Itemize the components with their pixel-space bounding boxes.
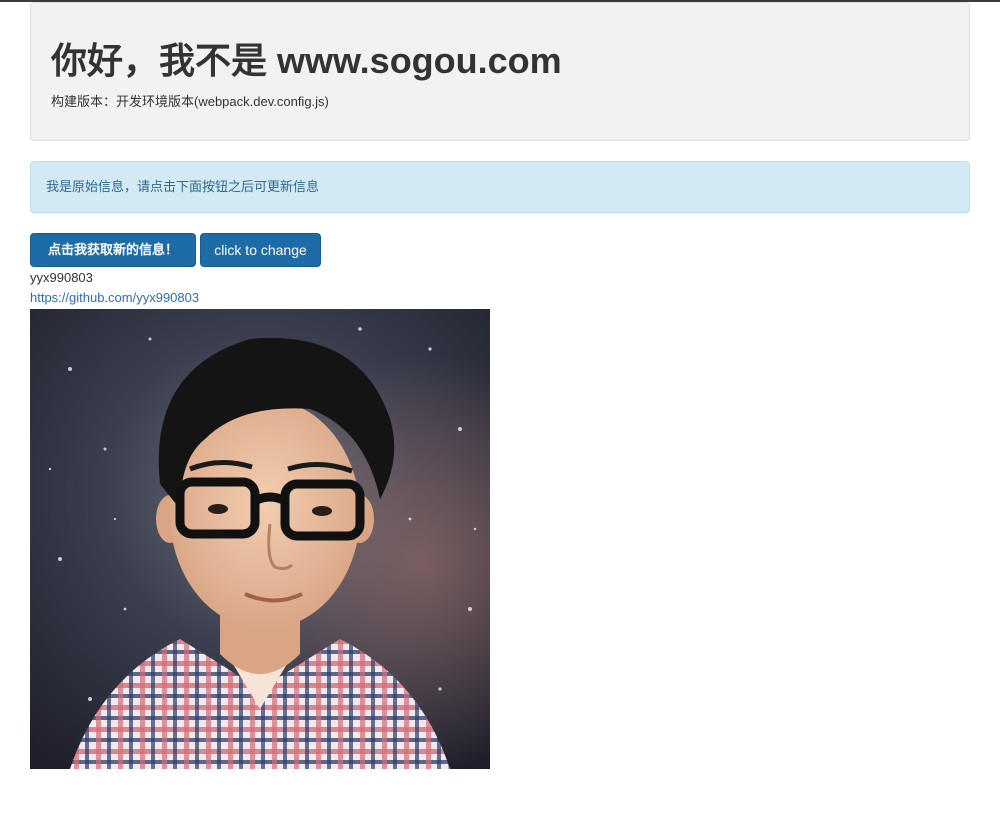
user-github-link[interactable]: https://github.com/yyx990803	[30, 289, 970, 307]
header-jumbotron: 你好，我不是 www.sogou.com 构建版本：开发环境版本(webpack…	[30, 2, 970, 141]
avatar	[30, 309, 490, 769]
action-buttons: 点击我获取新的信息！ click to change	[30, 233, 970, 267]
build-version-label: 构建版本：开发环境版本(webpack.dev.config.js)	[51, 94, 329, 109]
page-title: 你好，我不是 www.sogou.com	[51, 40, 562, 81]
click-to-change-button[interactable]: click to change	[200, 233, 321, 267]
fetch-info-button[interactable]: 点击我获取新的信息！	[30, 233, 196, 267]
info-alert: 我是原始信息，请点击下面按钮之后可更新信息	[30, 161, 970, 213]
page-container: 你好，我不是 www.sogou.com 构建版本：开发环境版本(webpack…	[30, 2, 970, 769]
user-name: yyx990803	[30, 270, 93, 285]
